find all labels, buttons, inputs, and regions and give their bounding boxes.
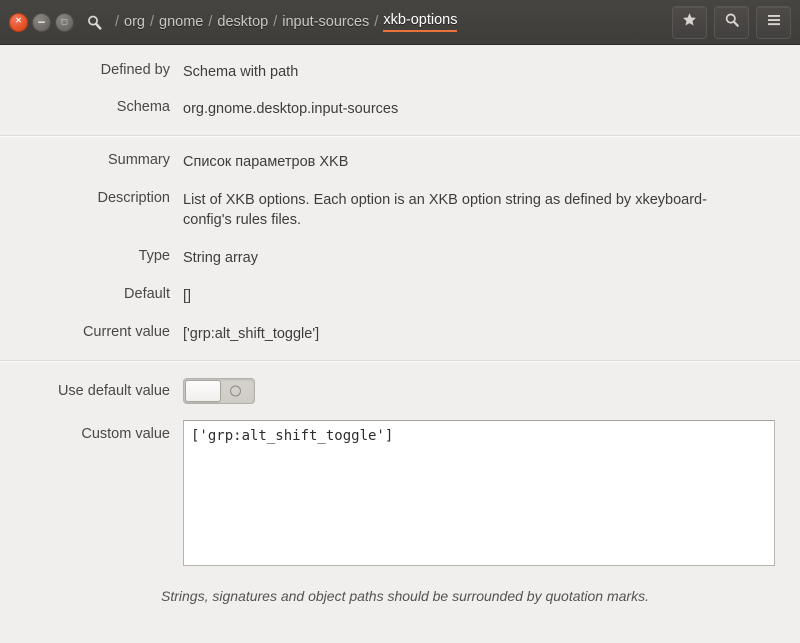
close-window-button[interactable]: × — [9, 12, 28, 32]
breadcrumb-item-desktop[interactable]: desktop — [217, 14, 268, 30]
close-icon: × — [15, 15, 22, 27]
editor-hint: Strings, signatures and object paths sho… — [161, 588, 649, 604]
breadcrumb-separator: / — [374, 14, 379, 30]
summary-label: Summary — [107, 152, 170, 168]
schema-info-section: Defined by Schema with path Schema org.g… — [0, 45, 800, 135]
use-default-label: Use default value — [57, 383, 170, 399]
custom-value-label: Custom value — [81, 426, 170, 442]
default-label: Default — [124, 286, 170, 302]
menu-button[interactable] — [756, 5, 791, 39]
maximize-icon: □ — [61, 16, 68, 26]
default-value: [] — [183, 288, 192, 304]
breadcrumb-separator: / — [115, 14, 120, 30]
star-icon — [682, 12, 697, 32]
bookmark-button[interactable] — [672, 5, 707, 39]
description-row: Description List of XKB options. Each op… — [0, 190, 800, 230]
schema-label: Schema — [116, 99, 170, 115]
use-default-switch[interactable] — [183, 378, 255, 404]
search-button[interactable] — [714, 5, 749, 39]
default-row: Default [] — [0, 286, 800, 306]
search-path-icon — [86, 14, 103, 31]
minimize-icon: − — [37, 14, 46, 29]
dconf-editor-window: × − □ / org / gnome / desktop / input-so… — [0, 0, 800, 643]
hamburger-icon — [766, 13, 782, 32]
maximize-window-button[interactable]: □ — [55, 12, 74, 32]
defined-by-value: Schema with path — [183, 64, 299, 80]
schema-row: Schema org.gnome.desktop.input-sources — [0, 99, 800, 119]
breadcrumb-separator: / — [150, 14, 155, 30]
type-row: Type String array — [0, 248, 800, 268]
content-area: Defined by Schema with path Schema org.g… — [0, 45, 800, 643]
type-value: String array — [183, 250, 258, 266]
summary-row: Summary Список параметров XKB — [0, 152, 800, 172]
custom-value-input[interactable]: ['grp:alt_shift_toggle'] — [183, 420, 775, 566]
current-value-label: Current value — [82, 324, 170, 340]
switch-knob — [185, 380, 221, 402]
breadcrumb-separator: / — [273, 14, 278, 30]
custom-value-row: Custom value ['grp:alt_shift_toggle'] — [0, 420, 800, 566]
switch-off-icon — [230, 385, 241, 397]
key-details-section: Summary Список параметров XKB Descriptio… — [0, 137, 800, 360]
type-label: Type — [138, 248, 170, 264]
search-icon — [724, 12, 740, 33]
breadcrumb-item-input-sources[interactable]: input-sources — [282, 14, 369, 30]
defined-by-label: Defined by — [100, 62, 170, 78]
breadcrumb-item-xkb-options[interactable]: xkb-options — [383, 12, 458, 32]
breadcrumb-separator: / — [208, 14, 213, 30]
window-controls: × − □ — [9, 12, 74, 32]
titlebar-buttons — [672, 5, 791, 39]
summary-value: Список параметров XKB — [183, 154, 349, 170]
defined-by-row: Defined by Schema with path — [0, 62, 800, 82]
description-label: Description — [97, 190, 170, 206]
titlebar: × − □ / org / gnome / desktop / input-so… — [0, 0, 800, 45]
current-value-row: Current value ['grp:alt_shift_toggle'] — [0, 324, 800, 344]
breadcrumb-item-gnome[interactable]: gnome — [159, 14, 203, 30]
current-value-value: ['grp:alt_shift_toggle'] — [183, 326, 320, 342]
use-default-row: Use default value — [0, 378, 800, 404]
value-editor-section: Use default value Custom value ['grp:alt… — [0, 362, 800, 604]
breadcrumb-item-org[interactable]: org — [124, 14, 145, 30]
schema-value: org.gnome.desktop.input-sources — [183, 101, 399, 117]
description-value: List of XKB options. Each option is an X… — [183, 192, 707, 228]
minimize-window-button[interactable]: − — [32, 12, 51, 32]
breadcrumb: / org / gnome / desktop / input-sources … — [86, 12, 672, 32]
